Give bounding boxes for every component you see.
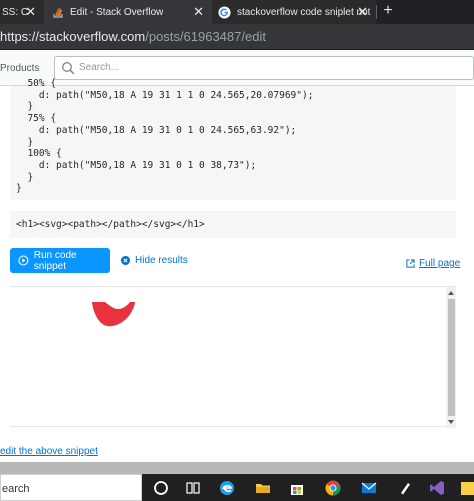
animated-arc-shape	[92, 302, 135, 327]
close-tab-icon[interactable]: ✕	[357, 5, 368, 18]
close-tab-icon[interactable]: ✕	[25, 5, 36, 18]
stackoverflow-tab-icon	[53, 7, 63, 18]
mail-icon[interactable]	[360, 479, 378, 497]
browser-tab-strip: SS: C ✕ Edit - Stack Overflow ✕ stackove…	[0, 0, 474, 24]
cortana-icon[interactable]	[152, 479, 170, 497]
window-bottom-strip	[0, 462, 474, 474]
tab-google-search[interactable]: stackoverflow code sniplet not w ✕	[212, 0, 376, 24]
google-tab-icon	[218, 5, 231, 19]
css-code-block[interactable]: 50% { d: path("M50,18 A 19 31 1 1 0 24.5…	[10, 78, 456, 200]
tab-previous[interactable]: SS: C ✕	[0, 0, 44, 24]
expand-icon	[406, 259, 415, 268]
new-tab-button[interactable]: +	[380, 2, 396, 20]
search-placeholder: Search...	[79, 62, 120, 73]
full-page-label: Full page	[419, 258, 461, 269]
products-link[interactable]: Products	[0, 63, 39, 74]
task-view-icon[interactable]	[184, 479, 202, 497]
tab-separator	[376, 5, 377, 19]
hide-results-button[interactable]: Hide results	[121, 255, 188, 266]
scroll-down-icon[interactable]	[447, 418, 455, 426]
tab-edit-stack-overflow[interactable]: Edit - Stack Overflow ✕	[44, 0, 212, 24]
edge-icon[interactable]	[218, 479, 236, 497]
close-tab-icon[interactable]: ✕	[193, 5, 204, 18]
taskbar-search-label: earch	[2, 483, 30, 495]
run-code-snippet-button[interactable]: Run code snippet	[10, 248, 110, 273]
file-explorer-icon[interactable]	[254, 479, 272, 497]
hide-icon	[121, 256, 130, 265]
store-icon[interactable]	[288, 479, 306, 497]
tab-label: Edit - Stack Overflow	[70, 6, 164, 18]
pen-icon[interactable]	[396, 479, 414, 497]
url-text[interactable]: https://stackoverflow.com/posts/61963487…	[0, 29, 266, 44]
url-host: https://stackoverflow.com	[0, 29, 146, 44]
snippet-result-frame[interactable]	[10, 286, 456, 428]
edit-snippet-link[interactable]: edit the above snippet	[0, 446, 98, 457]
notes-icon[interactable]	[458, 479, 474, 497]
search-icon	[61, 61, 75, 75]
run-icon	[18, 255, 29, 266]
scrollbar-thumb[interactable]	[448, 299, 455, 416]
hide-results-label: Hide results	[135, 255, 188, 266]
html-code-text: <h1><svg><path></path></svg></h1>	[16, 219, 205, 230]
address-bar[interactable]: https://stackoverflow.com/posts/61963487…	[0, 24, 474, 50]
run-button-label: Run code snippet	[33, 249, 77, 272]
scroll-up-icon[interactable]	[447, 289, 455, 297]
html-code-block[interactable]: <h1><svg><path></path></svg></h1>	[10, 211, 456, 238]
visual-studio-icon[interactable]	[428, 479, 446, 497]
tab-label: stackoverflow code sniplet not w	[237, 6, 371, 18]
url-path: /posts/61963487/edit	[145, 29, 266, 44]
search-input[interactable]: Search...	[54, 56, 474, 80]
chrome-icon[interactable]	[324, 479, 342, 497]
css-code-text: 50% { d: path("M50,18 A 19 31 1 1 0 24.5…	[16, 78, 314, 195]
full-page-link[interactable]: Full page	[406, 258, 460, 269]
